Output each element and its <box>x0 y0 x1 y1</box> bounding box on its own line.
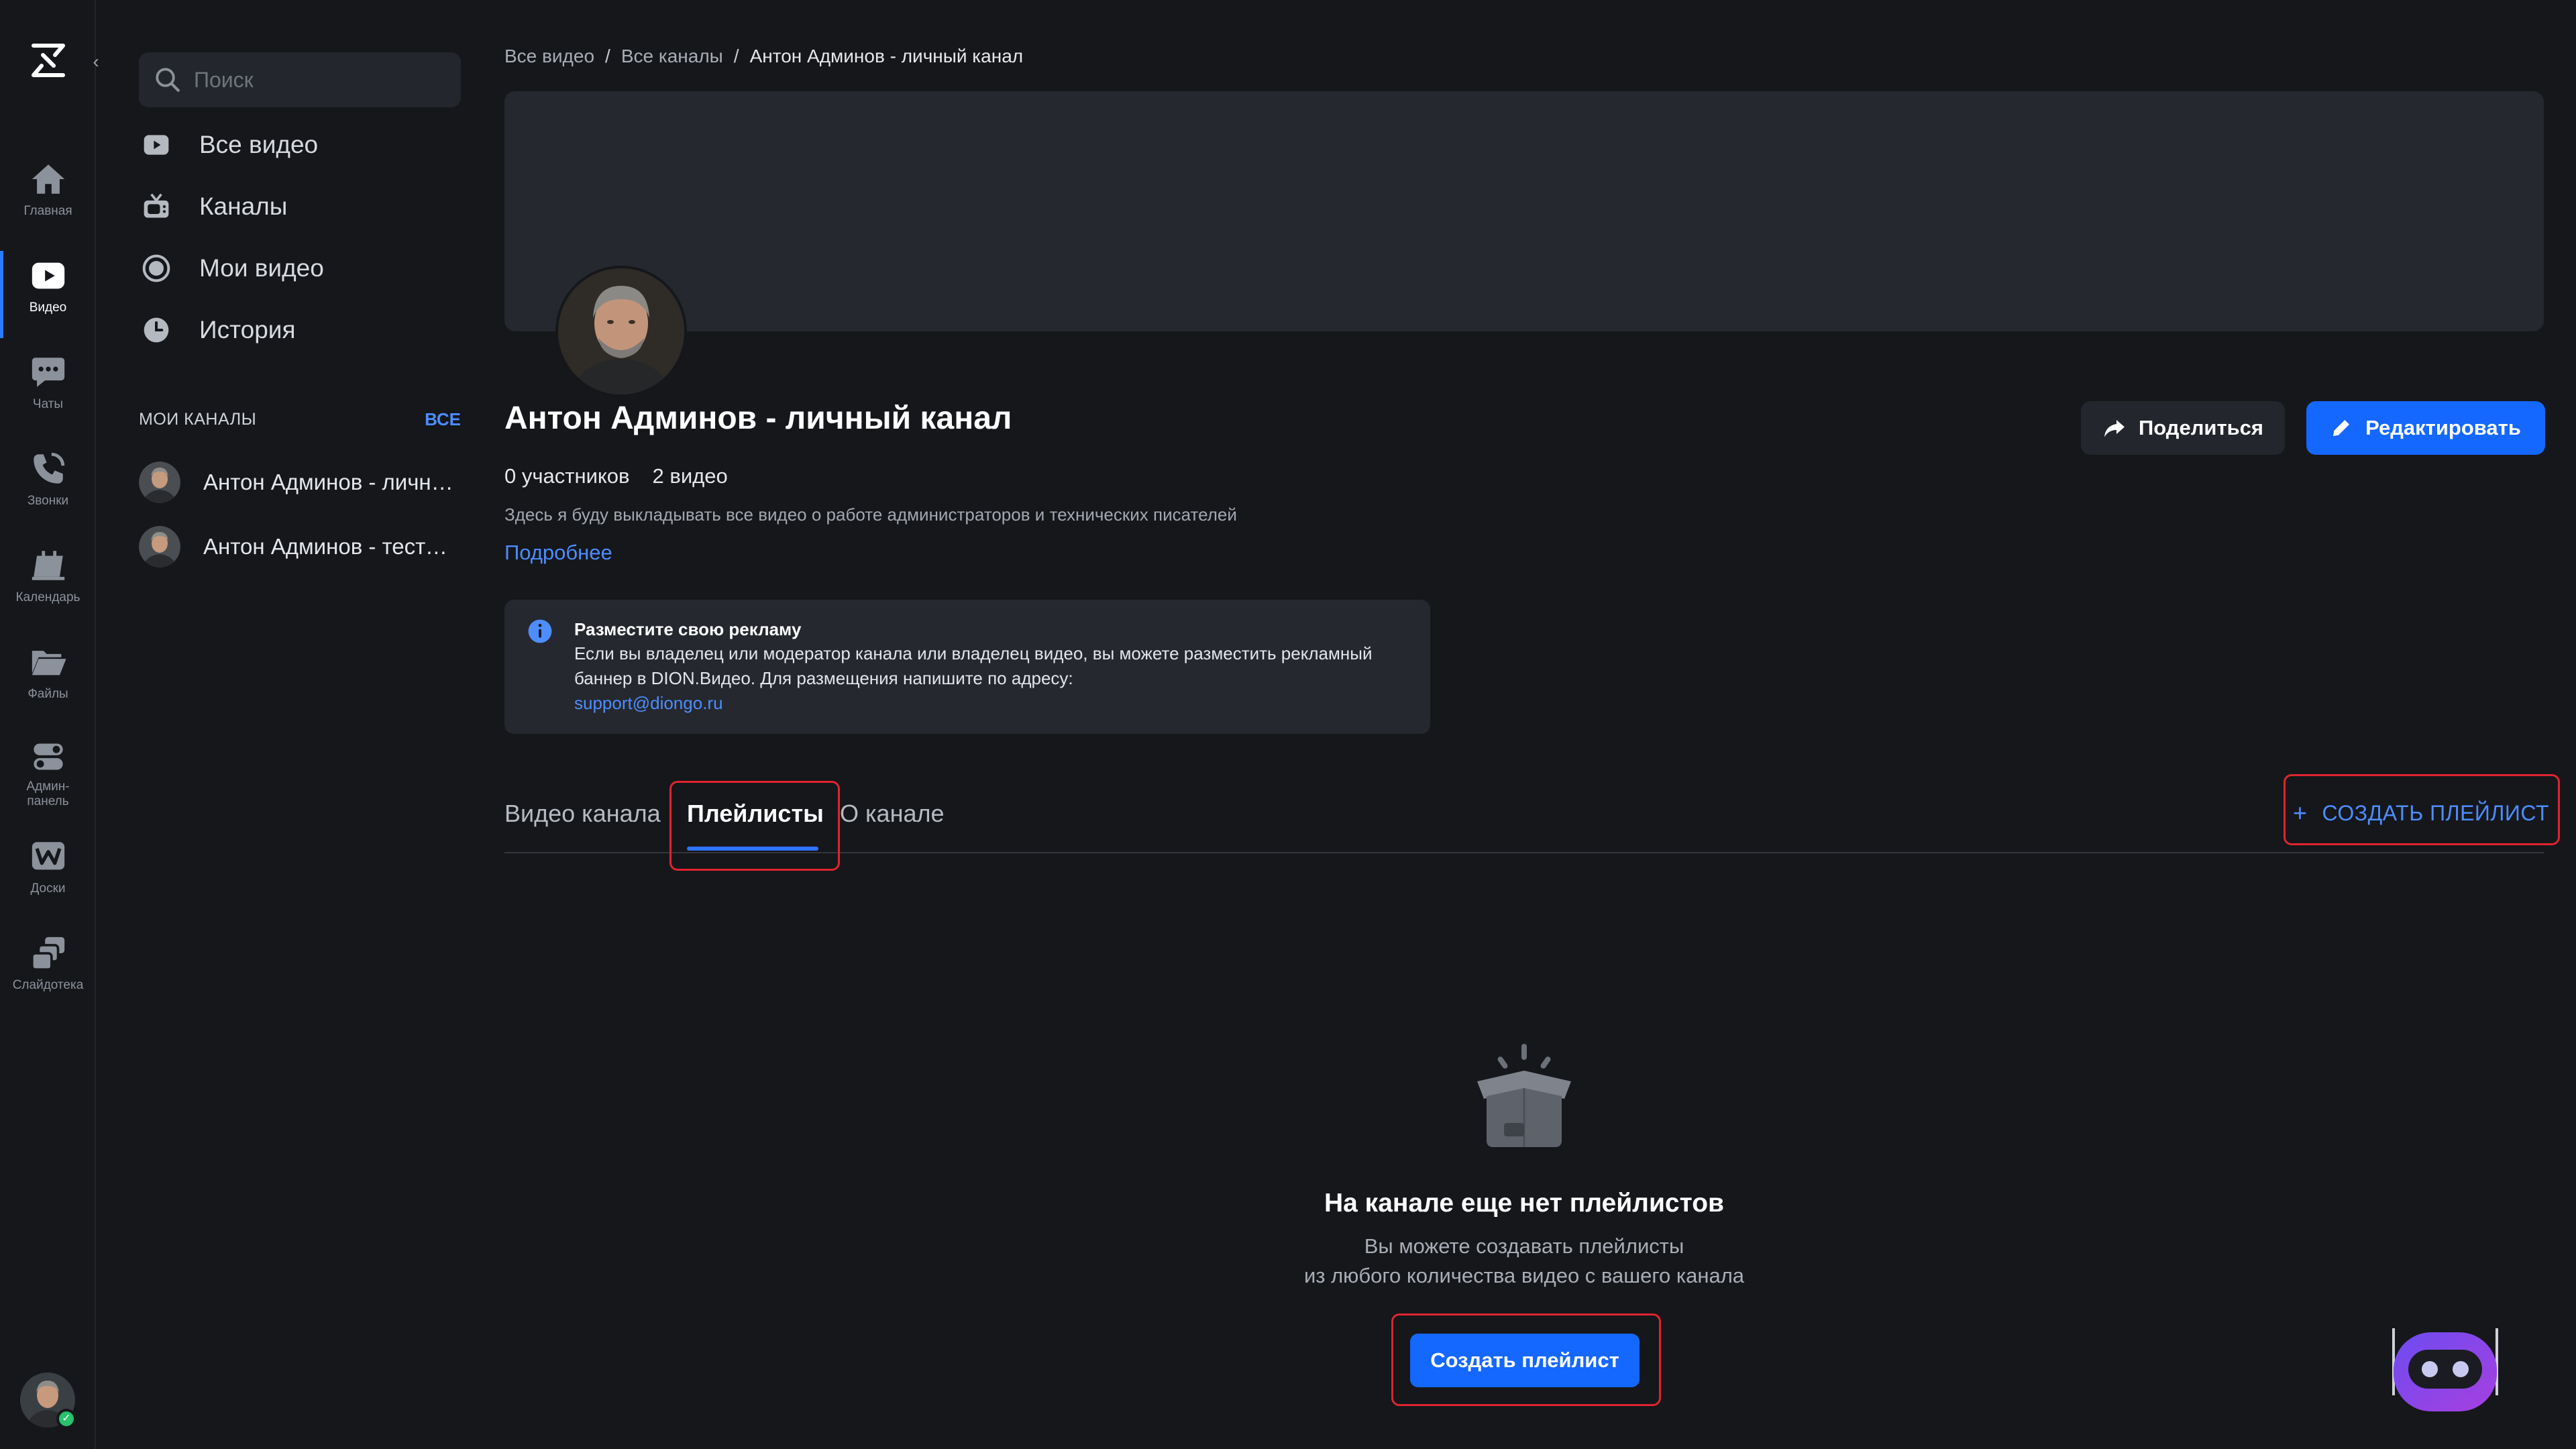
rail-label: Календарь <box>15 590 80 604</box>
rail-item-boards[interactable]: Доски <box>0 826 96 907</box>
rail-item-chats[interactable]: Чаты <box>0 342 96 423</box>
rail-label: Доски <box>30 881 66 896</box>
rail-item-slides[interactable]: Слайдотека <box>0 923 96 1004</box>
channel-description: Здесь я буду выкладывать все видео о раб… <box>504 504 1237 525</box>
rail-item-home[interactable]: Главная <box>0 149 96 229</box>
ad-notice: Разместите свою рекламу Если вы владелец… <box>504 600 1430 734</box>
my-channels-title: МОИ КАНАЛЫ <box>139 409 257 429</box>
tab-about[interactable]: О канале <box>840 800 945 828</box>
ad-email-link[interactable]: support@diongo.ru <box>574 691 1430 716</box>
my-channel-name: Антон Админов - тестовый канал <box>203 534 458 559</box>
rail-label: Файлы <box>28 687 68 701</box>
more-link[interactable]: Подробнее <box>504 541 612 565</box>
sidebar-item-label: Мои видео <box>199 254 324 282</box>
my-channels-all-link[interactable]: ВСЕ <box>425 409 461 430</box>
empty-state-title: На канале еще нет плейлистов <box>1324 1189 1725 1218</box>
search-icon <box>156 68 180 92</box>
slides-icon <box>30 936 64 971</box>
channel-page: Все видео / Все каналы / Антон Админов - лич… <box>504 0 2560 1449</box>
rail-item-files[interactable]: Файлы <box>0 632 96 712</box>
empty-state-line: Вы можете создавать плейлисты <box>1364 1234 1684 1258</box>
phone-icon <box>33 452 64 484</box>
highlight-frame <box>1391 1313 1661 1406</box>
my-channel-name: Антон Админов - личный канал <box>203 470 458 494</box>
breadcrumb: Все видео / Все каналы / Антон Админов - лич… <box>504 46 1024 66</box>
calendar-icon <box>32 551 64 580</box>
sidebar-item-my-videos[interactable]: Мои видео <box>139 241 461 295</box>
my-channels-header: МОИ КАНАЛЫ ВСЕ <box>139 408 461 431</box>
rail-label: Админ- панель <box>26 780 70 808</box>
rail-label: Чаты <box>32 397 64 411</box>
sidebar-item-channels[interactable]: Каналы <box>139 180 461 233</box>
tab-channel-videos[interactable]: Видео канала <box>504 800 661 828</box>
channel-banner <box>504 91 2544 331</box>
tv-icon <box>144 193 169 218</box>
video-sidebar: Все видео Каналы Мои видео История МОИ К… <box>97 0 473 1449</box>
edit-button-label: Редактировать <box>2365 416 2521 439</box>
rail-item-calendar[interactable]: Календарь <box>0 535 96 616</box>
channel-avatar <box>139 526 180 568</box>
video-icon <box>32 262 64 289</box>
rail-label: Главная <box>23 204 72 218</box>
highlight-frame <box>2284 774 2560 845</box>
channel-avatar <box>139 462 180 503</box>
empty-box-icon <box>1477 1044 1571 1147</box>
breadcrumb-all-channels[interactable]: Все каналы <box>621 46 723 66</box>
share-button[interactable]: Поделиться <box>2081 401 2285 455</box>
edit-button[interactable]: Редактировать <box>2306 401 2545 455</box>
ad-title: Разместите свою рекламу <box>574 619 802 639</box>
search-input[interactable] <box>194 67 449 93</box>
rail-item-video[interactable]: Видео <box>0 246 96 338</box>
rail-item-admin[interactable]: Админ- панель <box>0 729 96 809</box>
pencil-icon <box>2333 420 2350 436</box>
videos-count: 2 видео <box>652 464 728 488</box>
sidebar-item-all-videos[interactable]: Все видео <box>139 118 461 172</box>
folder-icon <box>32 651 66 676</box>
home-icon <box>32 164 64 194</box>
sidebar-item-label: История <box>199 316 296 343</box>
search-box[interactable] <box>139 52 461 107</box>
ad-text: Если вы владелец или модератор канала ил… <box>574 643 1373 688</box>
rail-label: Звонки <box>27 494 69 508</box>
rail-label: Слайдотека <box>12 978 84 992</box>
assistant-bot-icon[interactable] <box>2388 1327 2502 1414</box>
app-rail: ‹ Главная Видео Чаты Звонки Календарь Фа… <box>0 0 99 1449</box>
record-icon <box>142 254 170 282</box>
empty-state-subtitle: Вы можете создавать плейлисты из любого … <box>504 1232 2544 1291</box>
online-status-icon: ✓ <box>56 1409 76 1429</box>
clock-icon <box>144 317 169 343</box>
sidebar-item-label: Все видео <box>199 131 319 158</box>
whiteboard-icon <box>32 842 64 870</box>
rail-item-calls[interactable]: Звонки <box>0 439 96 519</box>
my-channel-item[interactable]: Антон Админов - тестовый канал <box>139 523 461 570</box>
share-button-label: Поделиться <box>2138 416 2264 439</box>
empty-state-line: из любого количества видео с вашего кана… <box>1303 1264 1745 1287</box>
sidebar-item-history[interactable]: История <box>139 303 461 357</box>
play-square-icon <box>144 135 169 155</box>
info-icon <box>528 619 552 643</box>
app-logo-icon[interactable] <box>28 40 68 80</box>
sidebar-item-label: Каналы <box>199 193 288 220</box>
breadcrumb-current: Антон Админов - личный канал <box>749 46 1024 66</box>
rail-label: Видео <box>29 301 67 315</box>
user-avatar[interactable]: ✓ <box>20 1373 76 1429</box>
breadcrumb-all-videos[interactable]: Все видео <box>504 46 594 66</box>
channel-main-avatar <box>555 266 687 397</box>
toggles-icon <box>33 743 63 770</box>
channel-title: Антон Админов - личный канал <box>504 400 1012 436</box>
share-arrow-icon <box>2104 420 2125 437</box>
my-channel-item[interactable]: Антон Админов - личный канал <box>139 459 461 506</box>
members-count: 0 участников <box>504 464 630 488</box>
channel-stats: 0 участников 2 видео <box>504 464 728 488</box>
highlight-frame <box>669 781 840 871</box>
chat-icon <box>32 358 64 387</box>
